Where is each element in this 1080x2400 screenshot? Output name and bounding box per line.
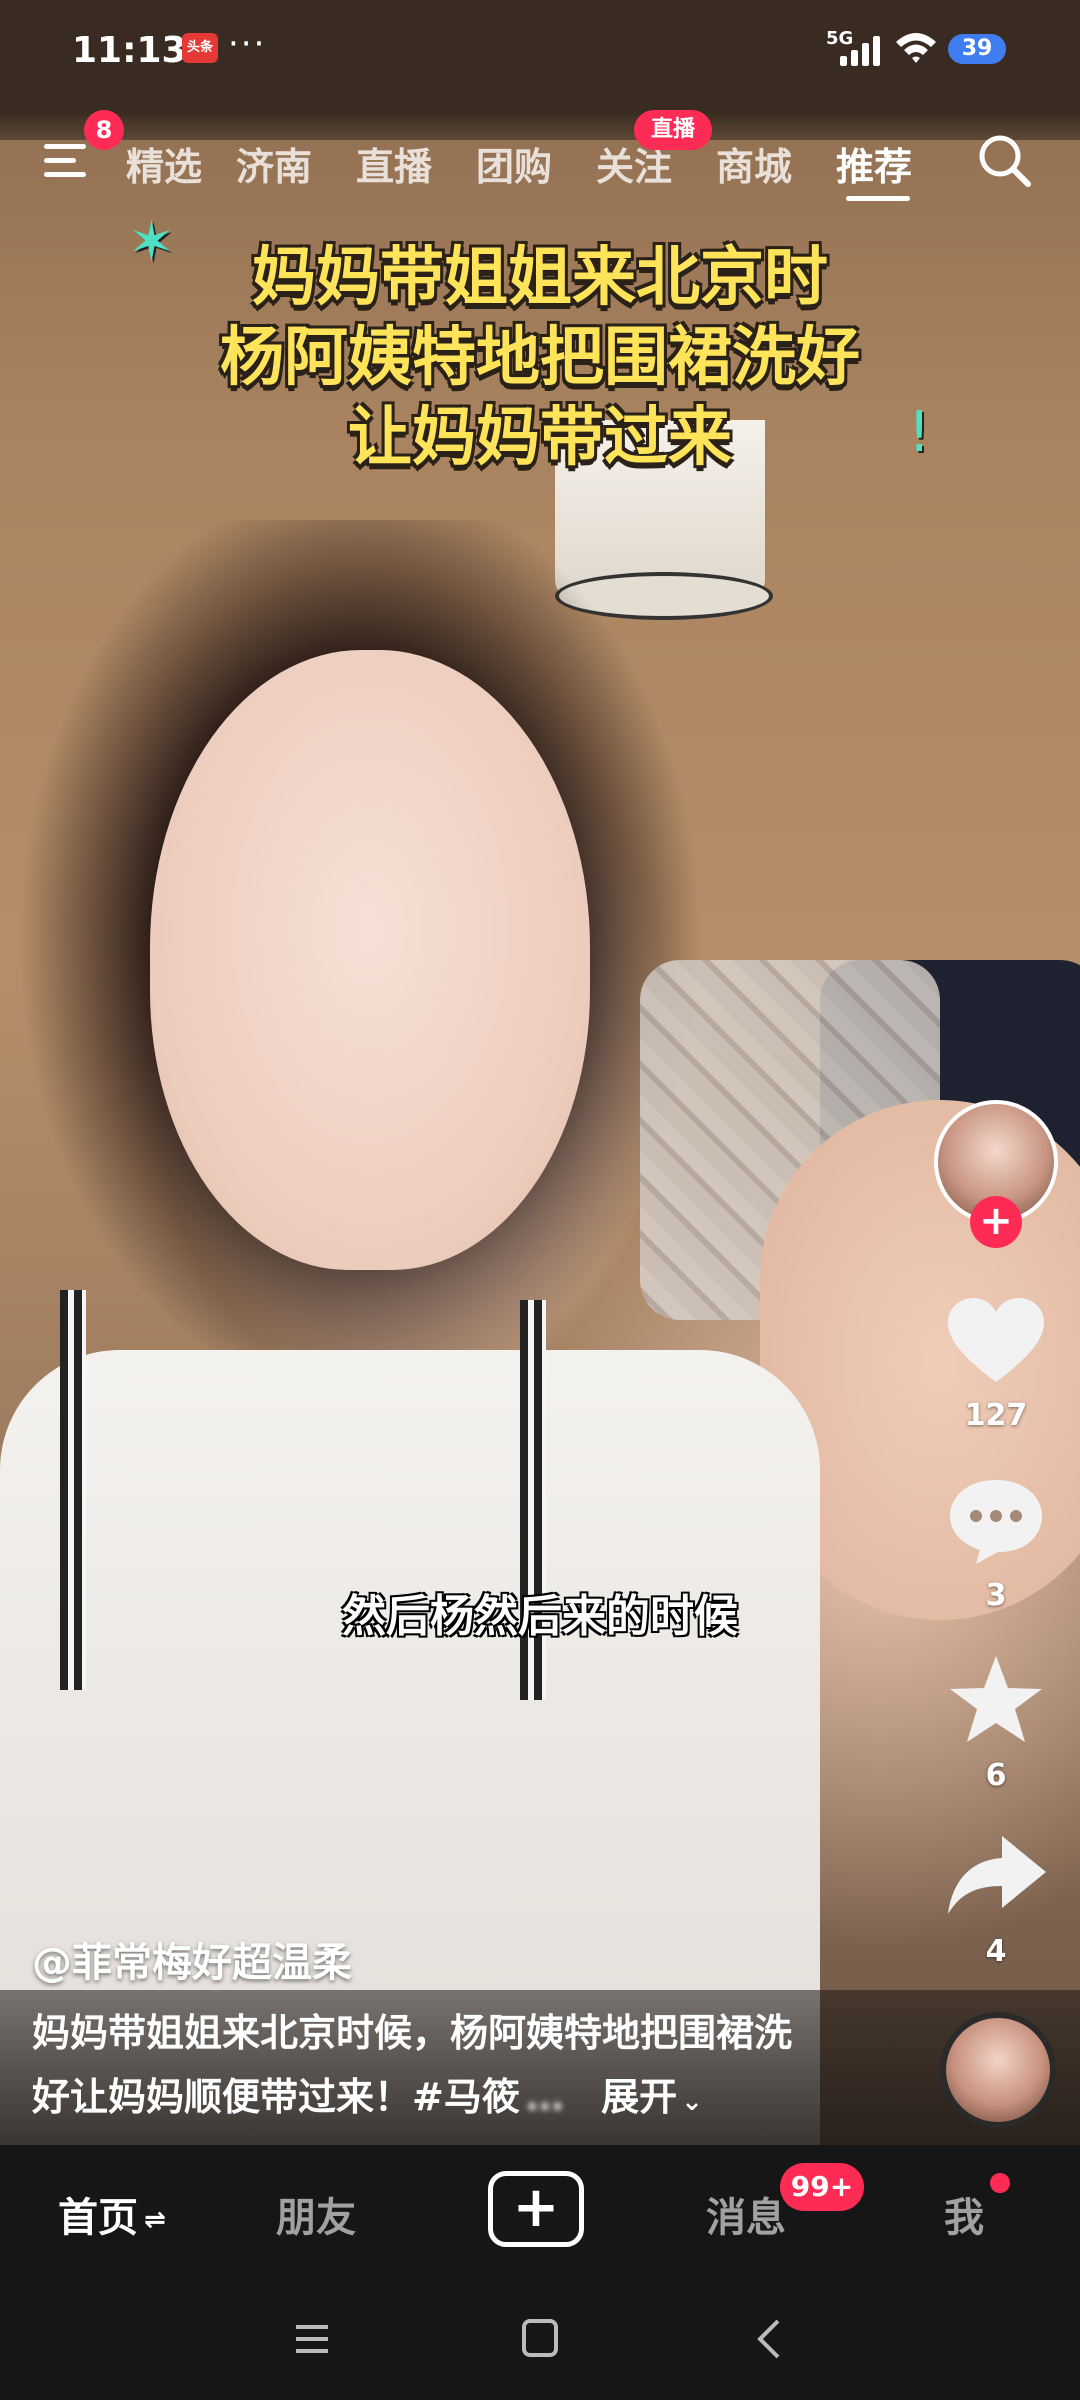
toutiao-notification-icon: 头条 [182,33,218,63]
battery-indicator: 39 [948,34,1006,64]
status-time: 11:13 [72,30,187,71]
wifi-icon [894,30,938,73]
video-subject-face [150,650,590,1270]
star-icon [950,1656,1042,1742]
share-button[interactable]: 4 [936,1826,1056,1969]
signal-icon [840,34,884,66]
headline-line: 妈妈带姐姐来北京时 [252,241,828,315]
create-post-button[interactable]: + [488,2171,584,2247]
me-notification-dot [990,2173,1010,2193]
chevron-down-icon: ⌄ [681,2087,703,2117]
share-count: 4 [985,1934,1007,1969]
system-navigation-bar [0,2275,1080,2400]
status-bar: 11:13 头条 ··· 5G 39 [0,0,1080,140]
like-button[interactable]: 127 [936,1290,1056,1433]
recent-apps-icon[interactable] [282,2311,342,2367]
video-headline: 妈妈带姐姐来北京时 杨阿姨特地把围裙洗好 让妈妈带过来 [0,238,1080,478]
tab-home-label: 首页 [58,2195,138,2241]
tab-friends[interactable]: 朋友 [276,2185,356,2243]
top-navigation: 8 精选 济南 直播 团购 关注 直播 商城 推荐 [0,110,1080,210]
home-icon[interactable] [510,2311,570,2367]
menu-notification-badge: 8 [84,110,124,150]
favorite-button[interactable]: 6 [936,1650,1056,1793]
messages-badge: 99+ [780,2163,864,2211]
back-icon[interactable] [740,2311,800,2367]
author-handle[interactable]: @菲常梅好超温柔 [32,1930,352,1988]
expand-caption-button[interactable]: 展开 ⌄ [601,2075,703,2119]
favorite-count: 6 [985,1758,1007,1793]
tab-featured[interactable]: 精选 [126,136,202,191]
caption-blurred-text: … [525,2075,564,2119]
headline-line: 让妈妈带过来 [348,401,732,475]
tab-messages[interactable]: 消息 [706,2185,786,2243]
more-notifications-icon: ··· [228,24,267,64]
caption-text-line: 好让妈妈顺便带过来！#马筱… 展开 ⌄ [32,2066,703,2121]
caption-text-line: 妈妈带姐姐来北京时候，杨阿姨特地把围裙洗 [32,2011,793,2055]
bottom-tab-bar: 首页 ⇌ 朋友 + 消息 99+ 我 [0,2145,1080,2275]
tab-mall[interactable]: 商城 [716,136,792,191]
comment-icon [950,1480,1042,1564]
comment-count: 3 [985,1578,1007,1613]
search-icon[interactable] [976,132,1032,188]
like-count: 127 [964,1398,1028,1433]
tab-live[interactable]: 直播 [356,136,432,191]
follow-button[interactable]: + [970,1196,1022,1248]
headline-line: 杨阿姨特地把围裙洗好 [220,321,860,395]
active-tab-indicator [846,196,910,201]
refresh-toggle-icon: ⇌ [144,2205,166,2235]
tab-me[interactable]: 我 [944,2185,984,2243]
heart-icon [948,1298,1044,1382]
music-disc-avatar[interactable] [940,2012,1056,2128]
expand-label: 展开 [601,2075,678,2119]
tab-group-buy[interactable]: 团购 [476,136,552,191]
caption-text: 好让妈妈顺便带过来！#马筱 [32,2075,520,2119]
video-subtitle: 然后杨然后来的时候 [342,1591,738,1642]
following-live-badge: 直播 [634,110,712,150]
share-arrow-icon [948,1836,1046,1914]
tab-recommended[interactable]: 推荐 [836,136,912,191]
tab-local[interactable]: 济南 [236,136,312,191]
plus-icon: + [512,2175,560,2240]
comment-button[interactable]: 3 [936,1470,1056,1613]
tab-home[interactable]: 首页 ⇌ [58,2185,166,2243]
caption-panel: 妈妈带姐姐来北京时候，杨阿姨特地把围裙洗 好让妈妈顺便带过来！#马筱… 展开 ⌄ [0,1990,1080,2145]
menu-icon[interactable] [44,140,88,180]
